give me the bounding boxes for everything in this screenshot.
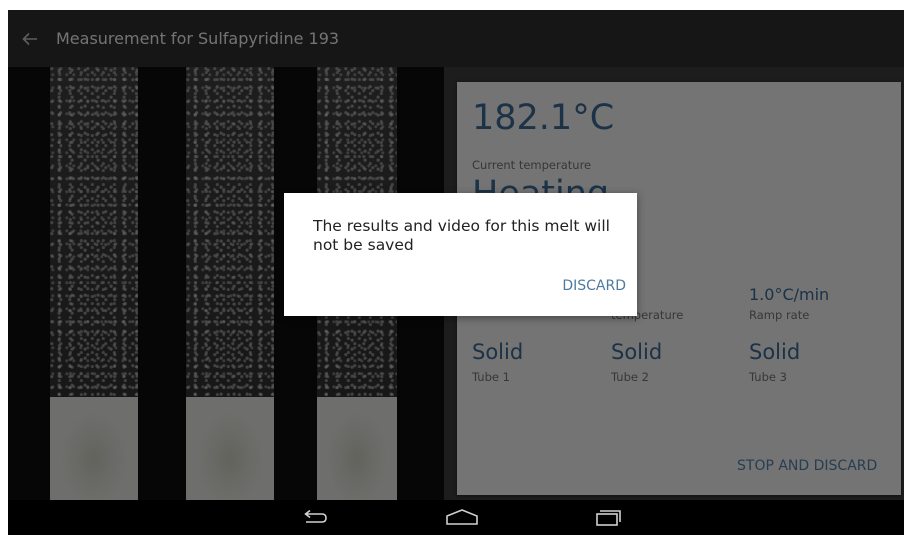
discard-button[interactable]: DISCARD [562,278,626,294]
nav-recents-icon[interactable] [588,504,628,530]
dialog-message: The results and video for this melt will… [313,217,610,254]
nav-back-icon[interactable] [295,504,335,530]
nav-home-icon[interactable] [442,504,482,530]
device-screen: Measurement for Sulfapyridine 193 182.1°… [8,10,904,535]
system-nav-bar [8,500,904,535]
discard-dialog: The results and video for this melt will… [284,193,637,316]
